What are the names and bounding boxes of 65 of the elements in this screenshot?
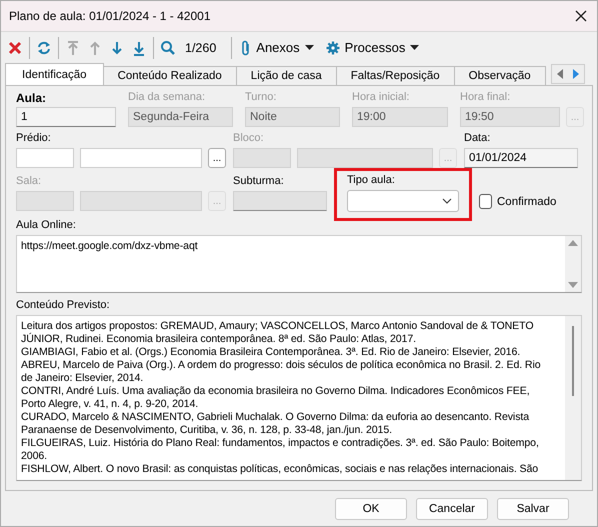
text-line: 2006. xyxy=(21,450,48,463)
delete-icon xyxy=(7,40,23,56)
text-line: ABREU, Marcelo de Paiva (Org.). A ordem do progresso: dois séculos de política econômica no Brasil. 2. Ed. Rio xyxy=(21,359,542,372)
scrollbar[interactable] xyxy=(565,236,581,292)
field-label: Tipo aula: xyxy=(347,174,396,188)
search-icon xyxy=(160,40,176,56)
text-field[interactable] xyxy=(16,148,74,168)
close-icon[interactable] xyxy=(575,10,587,22)
paperclip-icon xyxy=(241,40,252,56)
text-field[interactable] xyxy=(233,148,291,168)
text-field[interactable] xyxy=(233,191,327,211)
tab[interactable]: Observação xyxy=(454,66,546,85)
chevron-icon xyxy=(442,198,452,204)
text-line: Paranaense de Desenvolvimento, Curitiba, v. 36, n. 128, p. 33-48, jan./jun. 2015. xyxy=(21,424,393,437)
record-counter: 1/260 xyxy=(185,40,216,54)
scroll-up-icon[interactable] xyxy=(568,240,578,246)
text-field[interactable] xyxy=(80,191,202,211)
field-label: Subturma: xyxy=(233,175,285,189)
scroll-down-icon[interactable] xyxy=(568,282,578,288)
first-record-icon xyxy=(65,40,81,56)
field-label: Hora inicial: xyxy=(352,91,410,105)
field-label: Dia da semana: xyxy=(128,91,206,105)
caret-icon xyxy=(304,44,314,50)
caret-icon xyxy=(410,44,420,50)
checkbox[interactable] xyxy=(479,194,492,209)
text-line: FILGUEIRAS, Luiz. História do Plano Real: fundamentos, impactos e contradições. 3ª. ed. São Paulo: Boitempo, xyxy=(21,437,540,450)
browse-button[interactable]: ... xyxy=(208,148,226,168)
field-label: Aula Online: xyxy=(16,219,77,233)
last-record-icon xyxy=(131,40,147,56)
field-label: Turno: xyxy=(245,91,278,105)
text-area[interactable]: https://meet.google.com/dxz-vbme-aqt xyxy=(16,235,582,293)
text-field[interactable] xyxy=(297,148,433,168)
text-line: FISHLOW, Albert. O novo Brasil: as conquistas políticas, econômicas, sociais e nas relações internacionais. São xyxy=(21,463,540,476)
dialog-button[interactable]: Cancelar xyxy=(416,498,488,520)
field-label: Sala: xyxy=(16,175,42,189)
refresh-icon xyxy=(36,40,52,56)
menu-button[interactable]: Anexos xyxy=(235,40,320,56)
window-title: Plano de aula: 01/01/2024 - 1 - 42001 xyxy=(9,9,210,23)
dialog-button[interactable]: Salvar xyxy=(497,498,569,520)
text-field[interactable] xyxy=(80,148,202,168)
text-line: de Janeiro: Elsevier, 2014. xyxy=(21,372,144,385)
gear-icon xyxy=(326,40,340,54)
field-label: Data: xyxy=(464,132,492,146)
field-label: Prédio: xyxy=(16,132,52,146)
text-field[interactable]: 01/01/2024 xyxy=(464,148,578,168)
text-line: GIAMBIAGI, Fabio et al. (Orgs.) Economia Brasileira Contemporânea. 3ª. Ed. Rio de Janeiro: Elsevier, 2016. xyxy=(21,346,522,359)
text-area[interactable] xyxy=(16,315,582,481)
text-line: CURADO, Marcelo & NASCIMENTO, Gabrieli Muchalak. O Governo Dilma: da euforia ao desencanto. Revista xyxy=(21,411,530,424)
dropdown-field[interactable] xyxy=(347,190,459,212)
text-line: Leitura dos artigos propostos: GREMAUD, Amaury; VASCONCELLOS, Marco Antonio Sandoval de & TONETO xyxy=(21,320,534,332)
tab[interactable]: Identificação xyxy=(5,63,104,85)
text-line: Porto Alegre, v. 41, n. 4, p. 9-20, 2014. xyxy=(21,398,200,411)
scrollbar[interactable] xyxy=(565,316,581,480)
dialog-button[interactable]: OK xyxy=(335,498,407,520)
field-label: Hora final: xyxy=(460,91,512,105)
text-line: CONTRI, André Luís. Uma avaliação da economia brasileira no Governo Dilma. Indicadores Econômicos FEE, xyxy=(21,385,531,398)
text-area-value: https://meet.google.com/dxz-vbme-aqt xyxy=(21,240,198,252)
text-line: JÚNIOR, Rudinei. Economia brasileira contemporânea. 8ª ed. São Paulo: Atlas, 2017. xyxy=(21,333,417,346)
field-label: Conteúdo Previsto: xyxy=(16,299,111,313)
field-label: Bloco: xyxy=(233,132,265,146)
text-field[interactable] xyxy=(16,191,74,211)
text-field[interactable]: 1 xyxy=(16,107,116,127)
menu-button[interactable]: Processos xyxy=(320,40,426,55)
checkbox-label: Confirmado xyxy=(497,196,556,208)
field-label: Aula: xyxy=(16,91,47,105)
